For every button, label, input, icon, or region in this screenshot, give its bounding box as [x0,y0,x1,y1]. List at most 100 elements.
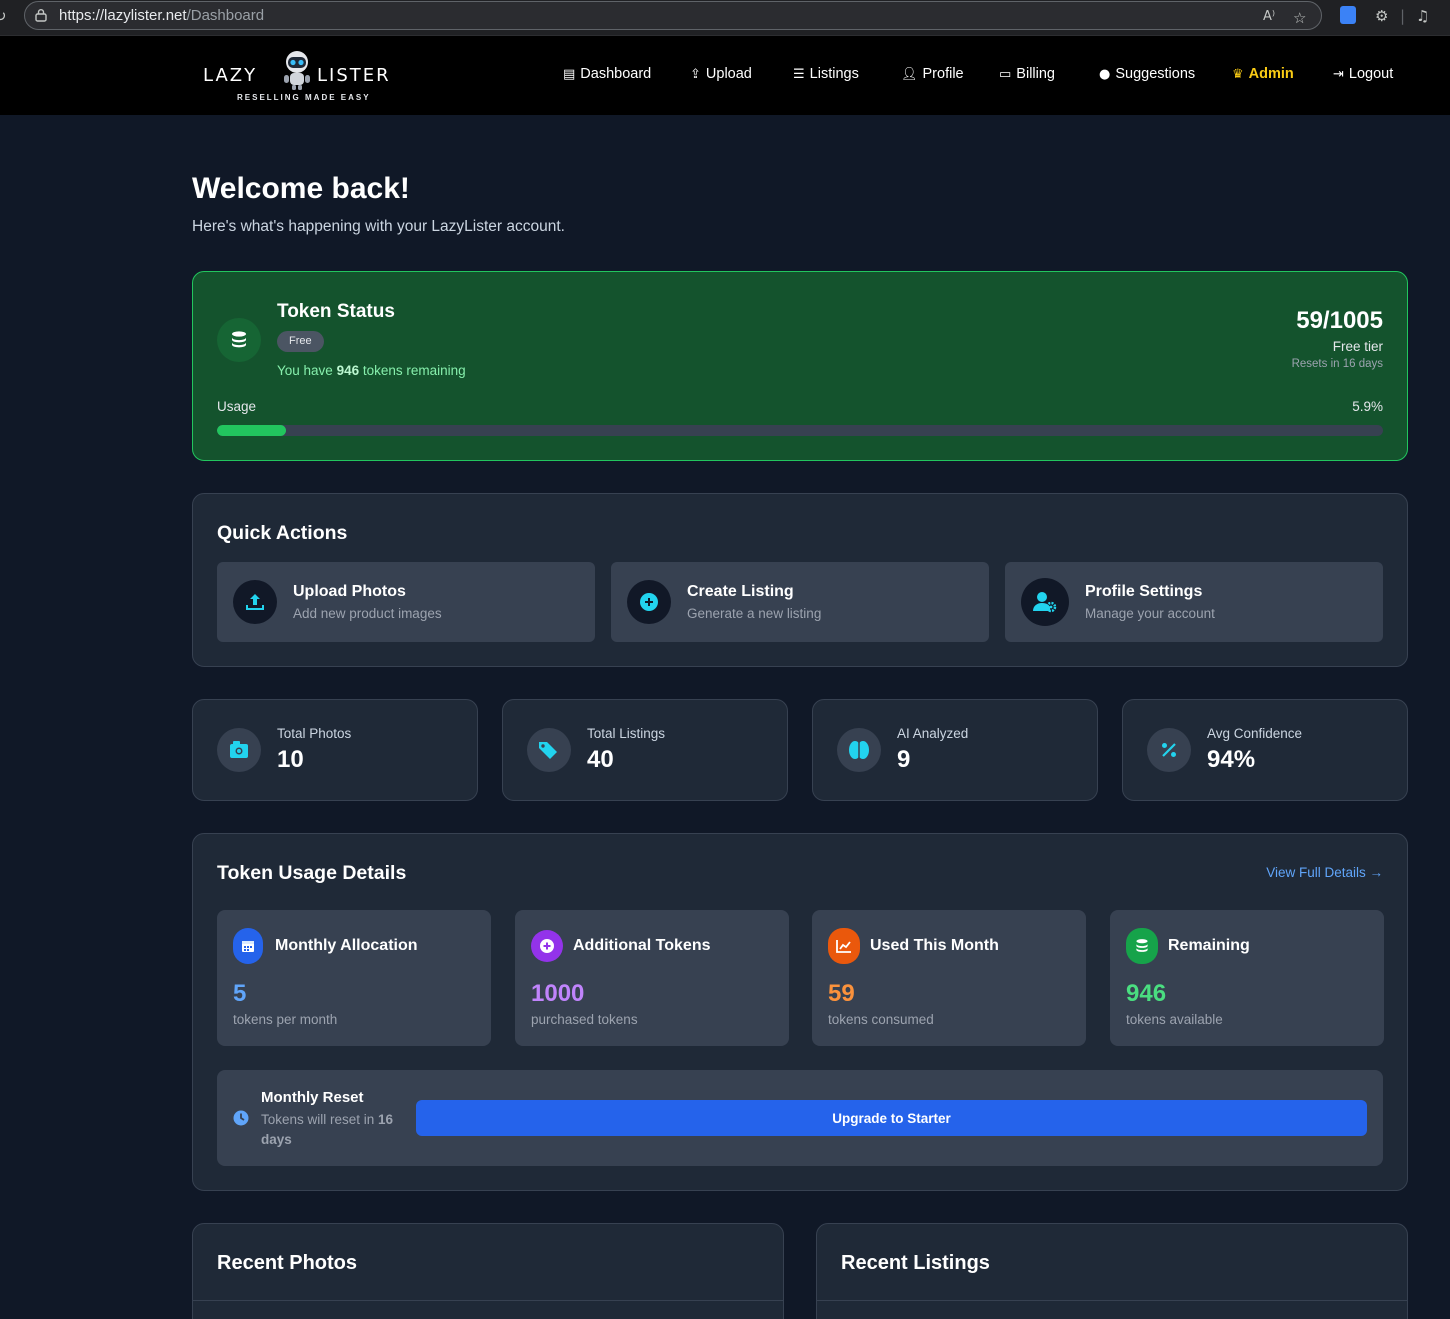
logo-word-right: LISTER [317,65,391,86]
nav-billing[interactable]: ▭ Billing [999,66,1055,82]
upload-icon: ⇪ [690,66,701,82]
monthly-reset-box: Monthly Reset Tokens will reset in 16 da… [217,1070,1383,1166]
tags-icon [527,728,571,772]
address-bar[interactable]: https://lazylister.net/Dashboard A⁾ ☆ [24,1,1322,30]
lightbulb-icon: ● [1099,66,1111,82]
site-header: LAZY LISTER RESELLING MADE EASY ▤ Dashboa… [0,36,1450,115]
plus-circle-icon [531,930,563,962]
nav-listings[interactable]: ☰ Listings [793,66,859,82]
page-title: Welcome back! [192,172,410,205]
plus-circle-icon [627,580,671,624]
logo-tagline: RESELLING MADE EASY [237,93,371,102]
read-aloud-icon[interactable]: A⁾ [1263,9,1275,24]
create-listing-title: Create Listing [687,583,794,600]
used-this-month-tile: Used This Month 59 tokens consumed [812,910,1086,1046]
coins-icon [217,318,261,362]
tile-title: Remaining [1168,937,1250,954]
crown-icon: ♛ [1232,66,1244,82]
tile-subtitle: tokens consumed [828,1012,934,1027]
url-path: /Dashboard [186,7,265,24]
tile-value: 1000 [531,980,585,1007]
stat-label: AI Analyzed [897,726,969,741]
stat-avg-confidence: Avg Confidence 94% [1122,699,1408,801]
lock-icon[interactable] [35,8,47,22]
usage-label: Usage [217,399,257,414]
profile-settings-title: Profile Settings [1085,583,1203,600]
quick-actions-card: Quick Actions Upload Photos Add new prod… [192,493,1408,667]
media-icon[interactable]: ♫ [1416,7,1429,25]
token-status-title: Token Status [277,301,395,322]
tile-subtitle: tokens available [1126,1012,1223,1027]
page-subtitle: Here's what's happening with your LazyLi… [192,218,565,235]
line-chart-icon [828,928,860,964]
reset-suffix: days [261,1132,292,1147]
reset-days: 16 [378,1112,394,1127]
nav-suggestions[interactable]: ● Suggestions [1099,66,1195,82]
quick-actions-title: Quick Actions [217,522,348,544]
view-full-details-link[interactable]: View Full Details → [1266,865,1383,880]
nav-profile[interactable]: 👤︎ Profile [901,66,964,82]
nav-upload[interactable]: ⇪ Upload [690,66,752,82]
tile-value: 5 [233,980,247,1007]
upload-photos-title: Upload Photos [293,583,406,600]
brain-icon [837,728,881,772]
nav-logout-label: Logout [1348,66,1394,82]
plan-badge: Free [277,331,324,352]
upload-icon [233,580,277,624]
user-gear-icon [1021,578,1069,626]
tokens-remaining-text: You have 946 tokens remaining [277,363,466,378]
tile-value: 946 [1126,980,1167,1007]
nav-listings-label: Listings [809,66,859,82]
nav-billing-label: Billing [1016,66,1055,82]
calendar-icon [233,928,263,964]
user-icon: 👤︎ [901,66,918,82]
nav-admin[interactable]: ♛ Admin [1232,66,1294,82]
token-usage-title: Token Usage Details [217,862,407,884]
usage-progress-fill [217,425,286,436]
profile-settings-subtitle: Manage your account [1085,606,1215,621]
monthly-reset-text: Tokens will reset in 16 days [261,1110,411,1150]
url-text: https://lazylister.net/Dashboard [59,7,264,24]
remaining-tile: Remaining 946 tokens available [1110,910,1384,1046]
tile-title: Monthly Allocation [275,937,418,954]
create-listing-action[interactable]: Create Listing Generate a new listing [611,562,989,642]
upload-photos-action[interactable]: Upload Photos Add new product images [217,562,595,642]
chart-icon: ▤ [563,66,576,82]
recent-photos-title: Recent Photos [217,1252,358,1274]
stat-label: Total Listings [587,726,666,741]
profile-settings-action[interactable]: Profile Settings Manage your account [1005,562,1383,642]
refresh-icon[interactable]: ↻ [0,7,7,25]
monthly-reset-title: Monthly Reset [261,1089,364,1106]
logout-icon: ⇥ [1333,66,1344,82]
url-host: https://lazylister.net [59,7,187,24]
usage-progress-bar [217,425,1383,436]
remaining-suffix: tokens remaining [359,363,466,378]
stat-value: 40 [587,746,614,773]
upgrade-button[interactable]: Upgrade to Starter [416,1100,1367,1136]
nav-logout[interactable]: ⇥ Logout [1333,66,1393,82]
coins-icon [1126,928,1158,964]
nav-upload-label: Upload [705,66,752,82]
bitwarden-icon[interactable] [1340,6,1356,24]
favorite-star-icon[interactable]: ☆ [1293,9,1306,27]
toolbar-divider: | [1400,7,1406,25]
token-usage-details-card: Token Usage Details View Full Details → … [192,833,1408,1191]
nav-suggestions-label: Suggestions [1115,66,1196,82]
list-icon: ☰ [793,66,805,82]
tile-title: Used This Month [870,937,999,954]
nav-profile-label: Profile [922,66,964,82]
stat-value: 9 [897,746,911,773]
browser-toolbar: ↻ https://lazylister.net/Dashboard A⁾ ☆ … [0,0,1450,36]
token-reset-text: Resets in 16 days [1291,358,1383,370]
token-status-card: Token Status Free You have 946 tokens re… [192,271,1408,461]
logo[interactable]: LAZY LISTER RESELLING MADE EASY [203,48,393,104]
upload-photos-subtitle: Add new product images [293,606,442,621]
token-tier: Free tier [1332,339,1383,354]
monthly-allocation-tile: Monthly Allocation 5 tokens per month [217,910,491,1046]
usage-percent: 5.9% [1352,399,1383,414]
nav-dashboard[interactable]: ▤ Dashboard [563,66,651,82]
extensions-icon[interactable]: ⚙ [1375,7,1388,25]
tile-value: 59 [828,980,855,1007]
create-listing-subtitle: Generate a new listing [687,606,822,621]
reset-prefix: Tokens will reset in [261,1112,379,1127]
